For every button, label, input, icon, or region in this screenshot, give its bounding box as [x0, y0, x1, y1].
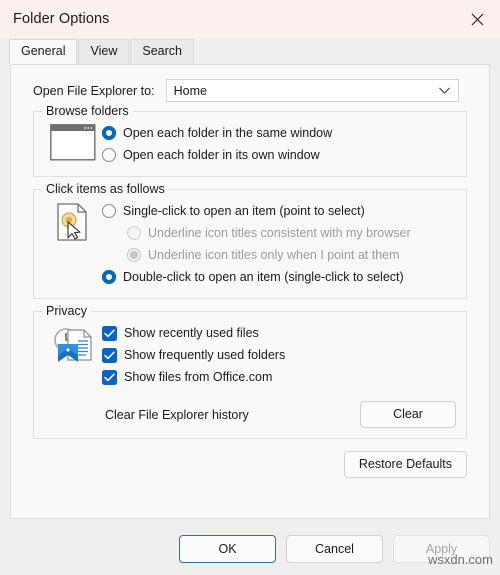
restore-defaults-row: Restore Defaults — [33, 451, 467, 478]
radio-indicator — [127, 248, 141, 262]
tab-view[interactable]: View — [78, 39, 130, 64]
privacy-legend: Privacy — [42, 304, 91, 318]
radio-double-click-label: Double-click to open an item (single-cli… — [123, 269, 404, 284]
radio-same-window[interactable]: Open each folder in the same window — [102, 122, 456, 144]
cancel-button[interactable]: Cancel — [286, 534, 383, 563]
radio-indicator — [127, 226, 141, 240]
open-explorer-dropdown[interactable]: Home — [165, 79, 459, 102]
window-folder-icon — [44, 120, 102, 166]
tab-search[interactable]: Search — [130, 39, 194, 64]
checkbox-recent-files-label: Show recently used files — [124, 325, 259, 340]
clear-button[interactable]: Clear — [360, 401, 456, 428]
radio-single-click-label: Single-click to open an item (point to s… — [123, 203, 365, 218]
radio-double-click[interactable]: Double-click to open an item (single-cli… — [102, 266, 456, 288]
click-items-group: Click items as follows Single-click to o… — [33, 182, 467, 299]
radio-same-window-label: Open each folder in the same window — [123, 125, 333, 140]
open-explorer-label: Open File Explorer to: — [33, 83, 155, 98]
open-explorer-value: Home — [173, 83, 207, 98]
tab-search-label: Search — [142, 44, 182, 58]
restore-defaults-button[interactable]: Restore Defaults — [343, 451, 467, 478]
general-tab-panel: Open File Explorer to: Home Browse folde… — [10, 64, 490, 519]
tab-view-label: View — [90, 44, 118, 58]
radio-indicator — [102, 148, 116, 162]
recent-files-pin-icon — [44, 320, 102, 428]
clear-history-label: Clear File Explorer history — [105, 407, 249, 422]
radio-underline-browser: Underline icon titles consistent with my… — [102, 222, 456, 244]
checkbox-frequent-folders-label: Show frequently used folders — [124, 347, 286, 362]
radio-own-window-label: Open each folder in its own window — [123, 147, 320, 162]
checkbox-office-files[interactable]: Show files from Office.com — [102, 366, 456, 388]
title-bar: Folder Options — [0, 0, 500, 38]
dialog-footer: OK Cancel Apply — [0, 522, 500, 575]
ok-button[interactable]: OK — [179, 534, 276, 563]
chevron-down-icon — [438, 84, 451, 98]
check-icon — [102, 369, 117, 385]
close-button[interactable] — [454, 0, 500, 38]
radio-underline-point-label: Underline icon titles only when I point … — [148, 247, 400, 262]
browse-folders-legend: Browse folders — [42, 104, 133, 118]
radio-underline-browser-label: Underline icon titles consistent with my… — [148, 225, 411, 240]
tab-general-label: General — [21, 44, 66, 58]
window-title: Folder Options — [13, 11, 110, 27]
tab-strip: General View Search — [0, 38, 500, 64]
clear-history-row: Clear File Explorer history Clear — [102, 401, 456, 428]
tab-general[interactable]: General — [9, 39, 78, 64]
check-icon — [102, 347, 117, 363]
close-icon — [471, 13, 484, 26]
radio-indicator — [102, 204, 116, 218]
click-items-legend: Click items as follows — [42, 182, 169, 196]
apply-button: Apply — [393, 534, 490, 563]
check-icon — [102, 325, 117, 341]
radio-single-click[interactable]: Single-click to open an item (point to s… — [102, 200, 456, 222]
open-explorer-row: Open File Explorer to: Home — [33, 79, 477, 102]
radio-underline-point: Underline icon titles only when I point … — [102, 244, 456, 266]
radio-own-window[interactable]: Open each folder in its own window — [102, 144, 456, 166]
document-pointer-icon — [44, 198, 102, 288]
radio-indicator — [102, 270, 116, 284]
browse-folders-group: Browse folders Open each folder in the s… — [33, 104, 467, 177]
radio-indicator — [102, 126, 116, 140]
checkbox-recent-files[interactable]: Show recently used files — [102, 322, 456, 344]
checkbox-office-files-label: Show files from Office.com — [124, 369, 273, 384]
checkbox-frequent-folders[interactable]: Show frequently used folders — [102, 344, 456, 366]
privacy-group: Privacy Show recently used files Show fr… — [33, 304, 467, 439]
